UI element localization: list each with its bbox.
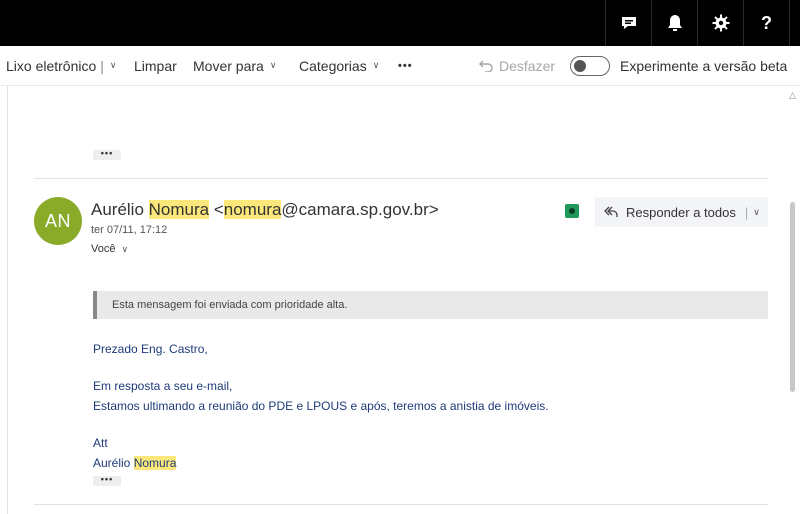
signature-highlight: Nomura (133, 456, 177, 470)
reply-all-icon (604, 206, 618, 218)
email-rest: @camara.sp.gov.br> (281, 200, 439, 219)
chevron-down-icon[interactable]: ∨ (110, 60, 117, 71)
greeting: Prezado Eng. Castro, (93, 342, 208, 356)
sender-line: Aurélio Nomura <nomura@camara.sp.gov.br> (91, 200, 439, 220)
closing: Att (93, 436, 108, 450)
body-line-1: Em resposta a seu e-mail, (93, 379, 233, 393)
reply-all-button[interactable]: Responder a todos | ∨ (595, 197, 768, 227)
signature: Aurélio Nomura (93, 456, 177, 470)
pane-border (7, 86, 8, 514)
junk-button[interactable]: Lixo eletrônico | ∨ (6, 46, 117, 86)
message-divider (34, 504, 768, 505)
categories-label: Categorias (299, 58, 367, 74)
scroll-up-icon[interactable]: △ (789, 90, 796, 101)
chevron-down-icon[interactable]: ∨ (121, 244, 128, 254)
beta-label: Experimente a versão beta (620, 58, 788, 74)
more-label: ••• (398, 60, 413, 72)
more-actions-button[interactable]: ••• (398, 46, 413, 86)
email-highlight: nomura (223, 200, 282, 219)
avatar[interactable]: AN (34, 197, 82, 245)
body-line-2: Estamos ultimando a reunião do PDE e LPO… (93, 399, 549, 413)
undo-button[interactable]: Desfazer (479, 46, 555, 86)
undo-label: Desfazer (499, 58, 556, 74)
email-open: < (209, 200, 224, 219)
priority-notice: Esta mensagem foi enviada com prioridade… (93, 291, 768, 319)
scrollbar[interactable]: △ (786, 86, 800, 514)
bell-icon[interactable] (651, 0, 697, 46)
command-bar: Lixo eletrônico | ∨ Limpar Mover para ∨ … (0, 46, 800, 86)
signature-name: Aurélio (93, 456, 134, 470)
expand-quoted-button[interactable]: ••• (93, 475, 121, 486)
reply-separator: | (744, 204, 749, 220)
undo-icon (479, 60, 493, 72)
recipient: Você (91, 243, 116, 255)
reply-all-label: Responder a todos (626, 204, 736, 220)
profile-edge (789, 0, 800, 46)
toggle-switch[interactable] (570, 56, 610, 76)
categories-button[interactable]: Categorias ∨ (299, 46, 379, 86)
help-icon[interactable]: ? (743, 0, 789, 46)
chevron-down-icon: ∨ (269, 59, 277, 70)
move-to-button[interactable]: Mover para ∨ (193, 46, 276, 86)
clear-label: Limpar (134, 58, 177, 74)
junk-separator: | (100, 58, 104, 74)
scroll-thumb[interactable] (790, 202, 795, 392)
junk-label: Lixo eletrônico (6, 58, 97, 74)
evernote-icon[interactable] (565, 204, 579, 218)
sender-name: Aurélio (91, 200, 149, 219)
gear-icon[interactable] (697, 0, 743, 46)
chat-icon[interactable] (605, 0, 651, 46)
move-label: Mover para (193, 58, 264, 74)
chevron-down-icon: ∨ (372, 59, 380, 70)
reading-pane: △ ••• AN Aurélio Nomura <nomura@camara.s… (0, 86, 800, 514)
clear-button[interactable]: Limpar (134, 46, 177, 86)
top-bar: ? (0, 0, 800, 46)
message-divider (34, 178, 768, 179)
recipient-line[interactable]: Você ∨ (91, 243, 128, 255)
message-date: ter 07/11, 17:12 (91, 224, 168, 236)
beta-toggle[interactable]: Experimente a versão beta (570, 46, 787, 86)
sender-highlight: Nomura (148, 200, 210, 219)
chevron-down-icon[interactable]: ∨ (753, 207, 760, 218)
expand-quoted-button[interactable]: ••• (93, 149, 121, 160)
